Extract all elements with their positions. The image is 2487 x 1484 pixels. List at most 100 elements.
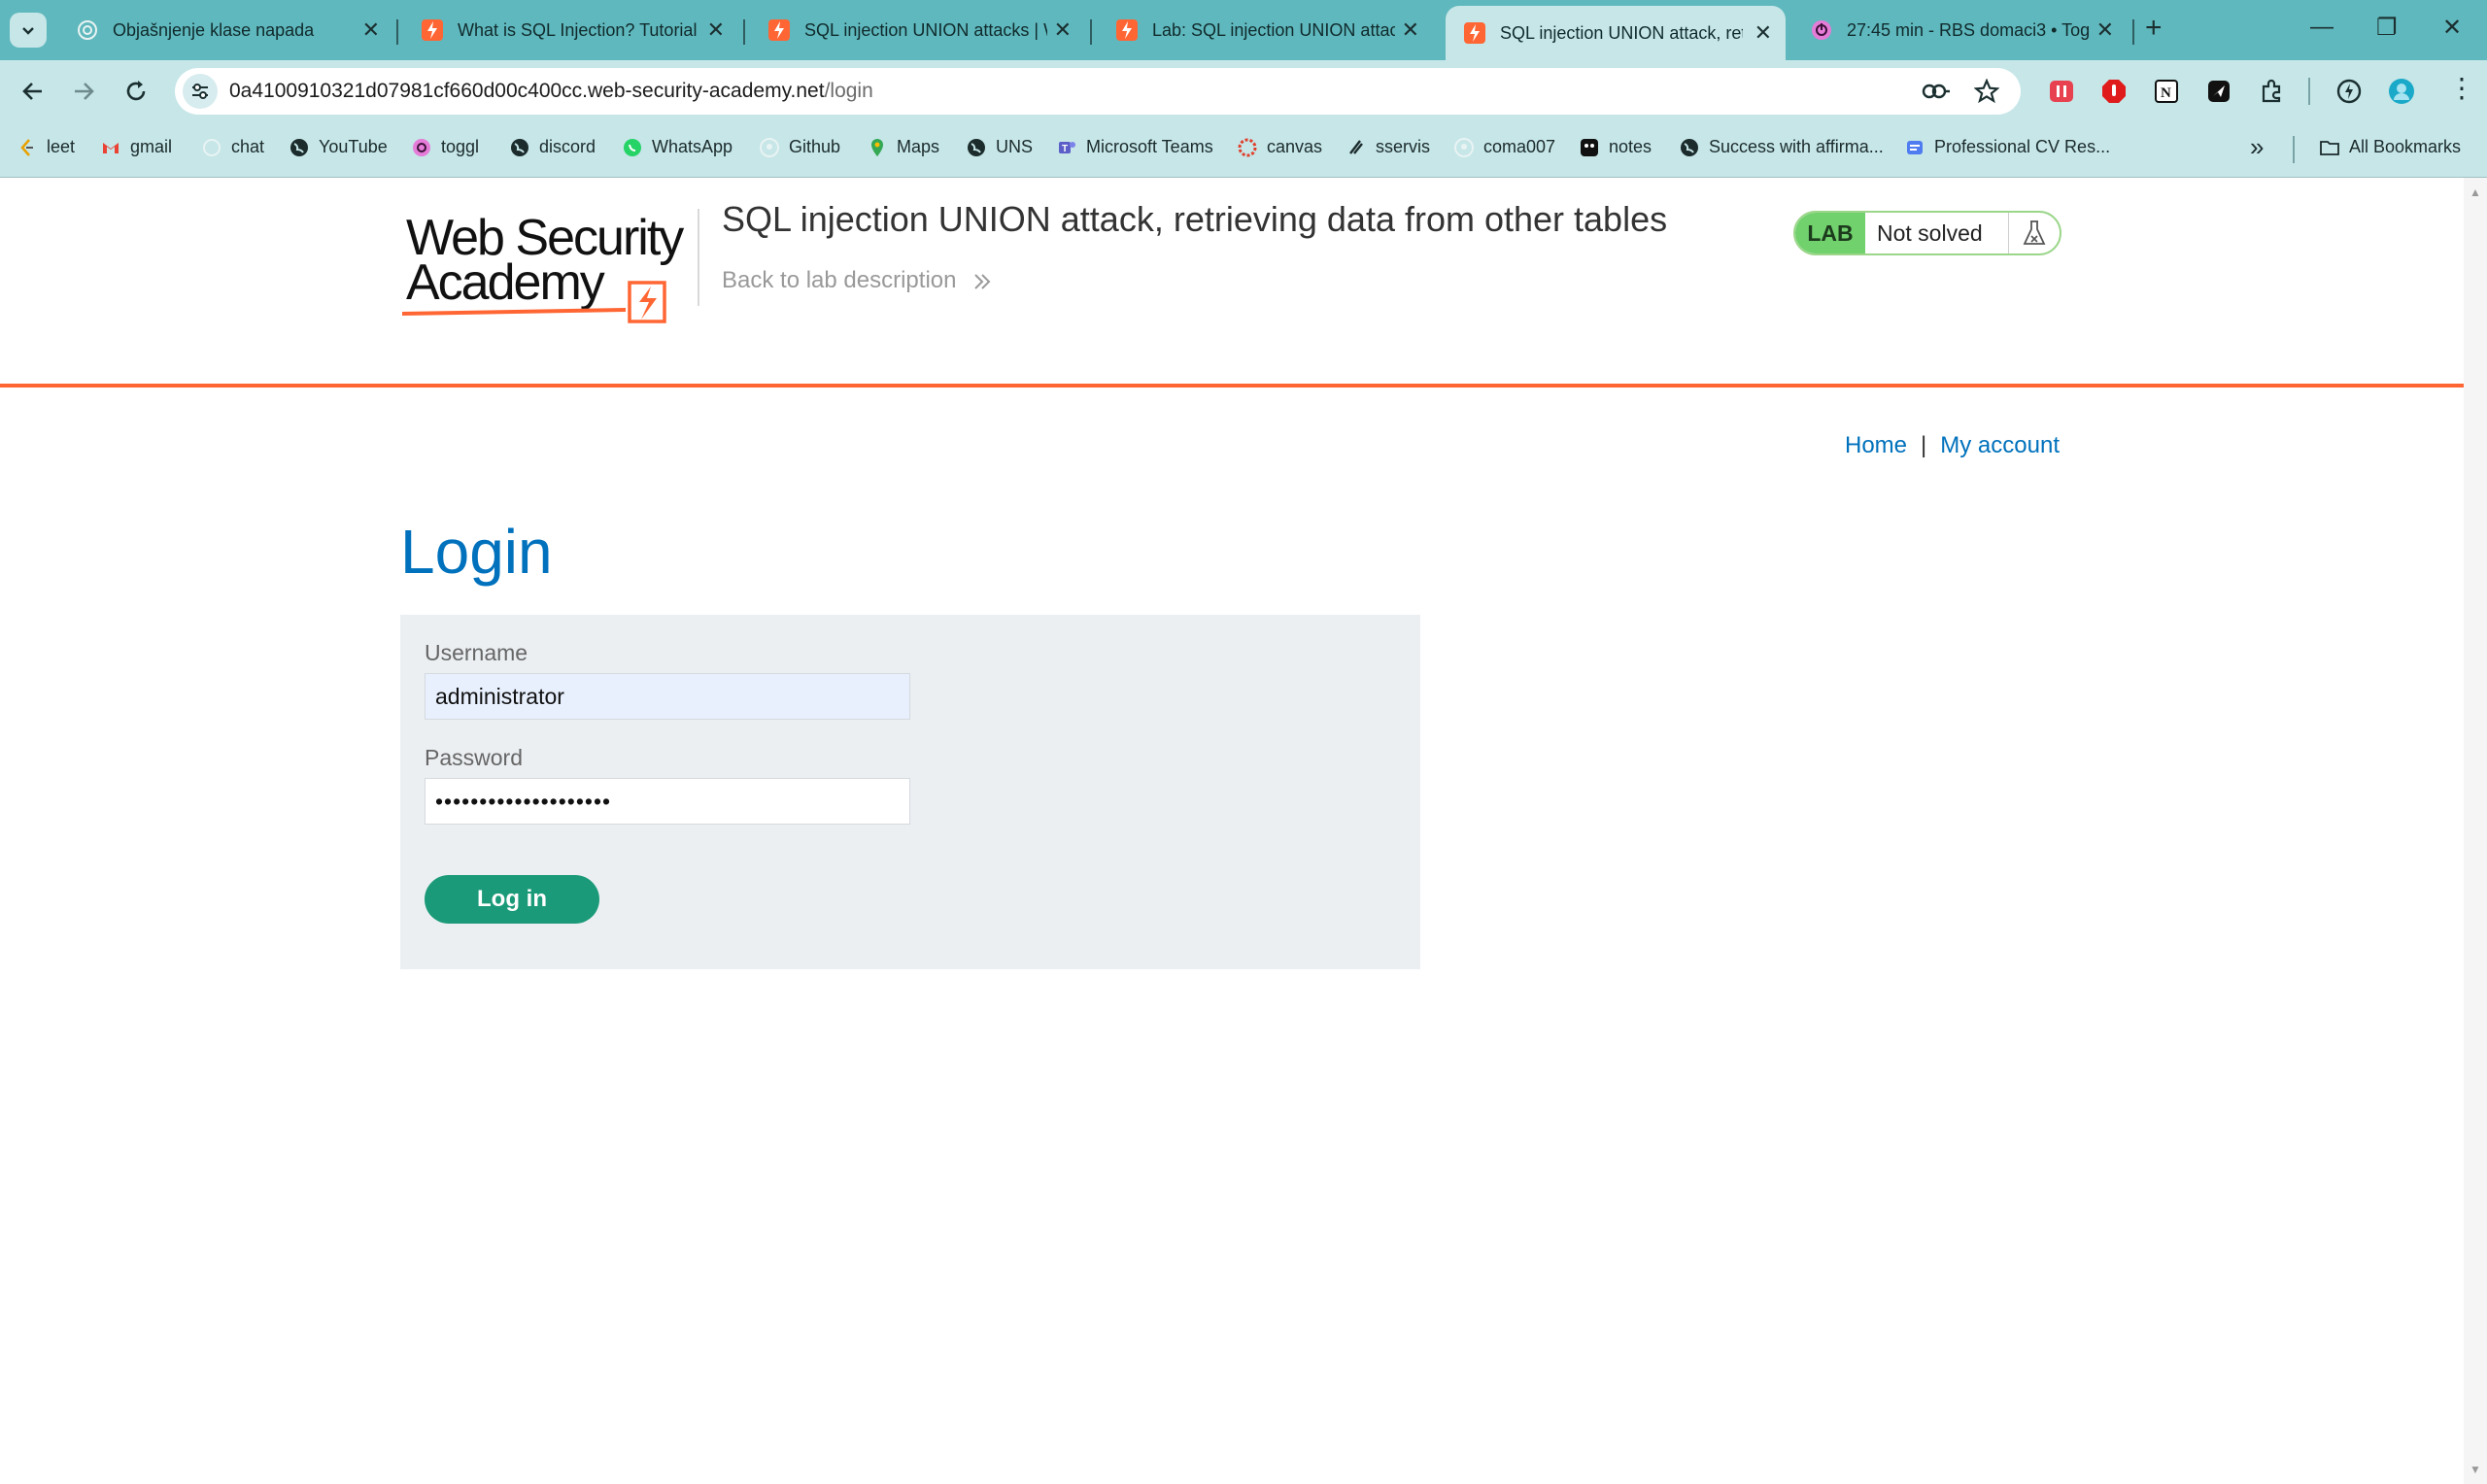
- lab-badge: LAB: [1795, 213, 1865, 253]
- tab-title: SQL injection UNION attack, ret: [1500, 22, 1743, 43]
- browser-tab[interactable]: What is SQL Injection? Tutorial ✕: [403, 6, 738, 54]
- bookmark-label: notes: [1609, 137, 1652, 156]
- lab-title: SQL injection UNION attack, retrieving d…: [722, 199, 1668, 239]
- tab-title: Lab: SQL injection UNION attac: [1152, 19, 1395, 40]
- lab-status-text: Not solved: [1877, 220, 1983, 246]
- new-tab-button[interactable]: +: [2145, 12, 2163, 45]
- more-bookmarks-icon[interactable]: »: [2250, 132, 2264, 162]
- bookmark-item[interactable]: Maps: [868, 137, 939, 157]
- star-icon[interactable]: [1974, 79, 1999, 104]
- url-host: 0a4100910321d07981cf660d00c400cc.web-sec…: [229, 80, 825, 102]
- github-icon: [760, 137, 779, 157]
- browser-tab[interactable]: Objašnjenje klase napada ✕: [58, 6, 393, 54]
- close-icon[interactable]: ✕: [1402, 17, 1419, 43]
- site-info-button[interactable]: [183, 74, 218, 109]
- chevron-down-icon: [22, 27, 34, 35]
- bookmark-label: discord: [539, 137, 596, 156]
- home-link[interactable]: Home: [1845, 432, 1907, 458]
- bookmark-item[interactable]: WhatsApp: [623, 137, 732, 157]
- lab-status-widget[interactable]: LAB Not solved: [1793, 211, 2061, 255]
- browser-tab[interactable]: Lab: SQL injection UNION attac ✕: [1098, 6, 1433, 54]
- bookmark-item[interactable]: sservis: [1346, 137, 1430, 157]
- bookmark-item[interactable]: leet: [17, 137, 75, 157]
- performance-icon[interactable]: [2335, 78, 2363, 105]
- bookmark-label: sservis: [1376, 137, 1431, 156]
- bookmark-label: Success with affirma...: [1709, 137, 1884, 156]
- portswigger-icon: [422, 19, 443, 41]
- login-button[interactable]: Log in: [425, 875, 599, 924]
- academy-header: Web Security Academy SQL injection UNION…: [0, 178, 2464, 388]
- close-icon[interactable]: ✕: [1755, 20, 1772, 46]
- profile-avatar-icon[interactable]: [2388, 78, 2415, 105]
- bookmark-item[interactable]: T Microsoft Teams: [1057, 137, 1213, 157]
- username-input[interactable]: [425, 673, 910, 720]
- close-icon[interactable]: ✕: [2096, 17, 2114, 43]
- bookmark-item[interactable]: YouTube: [290, 137, 388, 157]
- arrow-left-icon: [22, 83, 42, 100]
- bookmark-label: canvas: [1267, 137, 1323, 156]
- bookmark-item[interactable]: Success with affirma...: [1680, 137, 1884, 157]
- my-account-link[interactable]: My account: [1940, 432, 2060, 458]
- minimize-icon[interactable]: —: [2310, 14, 2334, 41]
- forward-button[interactable]: [64, 72, 103, 111]
- bookmark-item[interactable]: chat: [202, 137, 264, 157]
- portswigger-icon: [1116, 19, 1138, 41]
- username-label: Username: [425, 640, 528, 665]
- send-extension-icon[interactable]: [2205, 78, 2232, 105]
- tab-title: 27:45 min - RBS domaci3 • Togg: [1847, 19, 2090, 40]
- folder-icon: [2320, 140, 2339, 155]
- tab-divider: [1090, 19, 1092, 45]
- web-page: Web Security Academy SQL injection UNION…: [0, 178, 2464, 1484]
- bookmark-item[interactable]: coma007: [1454, 137, 1555, 157]
- reload-button[interactable]: [117, 72, 155, 111]
- bookmark-label: WhatsApp: [652, 137, 733, 156]
- adblock-extension-icon[interactable]: [2100, 78, 2128, 105]
- sservis-icon: [1349, 139, 1363, 154]
- puzzle-extensions-icon[interactable]: [2258, 78, 2285, 105]
- browser-tab[interactable]: 27:45 min - RBS domaci3 • Togg ✕: [1792, 6, 2128, 54]
- login-form: Username Password Log in: [400, 615, 1420, 969]
- close-icon[interactable]: ✕: [1054, 17, 1072, 43]
- cv-icon: [1907, 140, 1923, 154]
- bookmark-item[interactable]: Github: [760, 137, 840, 157]
- bookmark-label: gmail: [130, 137, 173, 156]
- bookmarks-divider: [2293, 136, 2295, 163]
- back-button[interactable]: [14, 72, 52, 111]
- bookmark-item[interactable]: discord: [510, 137, 596, 157]
- key-icon[interactable]: [1922, 80, 1951, 103]
- password-input[interactable]: [425, 778, 910, 825]
- close-icon[interactable]: ✕: [707, 17, 725, 43]
- menu-kebab-icon[interactable]: ⋮: [2448, 72, 2475, 104]
- maps-icon: [871, 138, 883, 156]
- tab-search-button[interactable]: [10, 13, 47, 48]
- browser-tab[interactable]: SQL injection UNION attacks | W ✕: [750, 6, 1085, 54]
- bookmark-item[interactable]: UNS: [967, 137, 1033, 157]
- flask-icon[interactable]: [2008, 213, 2060, 253]
- web-security-academy-logo[interactable]: Web Security Academy: [400, 209, 692, 323]
- bookmark-item[interactable]: toggl: [412, 137, 479, 157]
- url-text[interactable]: 0a4100910321d07981cf660d00c400cc.web-sec…: [229, 80, 873, 103]
- address-bar[interactable]: 0a4100910321d07981cf660d00c400cc.web-sec…: [175, 68, 2021, 115]
- bookmark-label: chat: [231, 137, 265, 156]
- bookmark-item[interactable]: gmail: [101, 137, 172, 157]
- page-scrollbar[interactable]: ▲ ▼: [2464, 178, 2487, 1484]
- scroll-down-icon[interactable]: ▼: [2470, 1463, 2481, 1476]
- scroll-up-icon[interactable]: ▲: [2470, 186, 2481, 199]
- back-to-lab-description-link[interactable]: Back to lab description: [722, 267, 992, 294]
- restore-icon[interactable]: ❐: [2376, 14, 2398, 42]
- close-icon[interactable]: ✕: [362, 17, 380, 43]
- pocket-extension-icon[interactable]: [2048, 78, 2075, 105]
- bookmark-item[interactable]: Professional CV Res...: [1905, 137, 2110, 157]
- logo-divider: [698, 209, 699, 306]
- browser-tab-active[interactable]: SQL injection UNION attack, ret ✕: [1446, 6, 1786, 60]
- lightning-logo-icon: [628, 281, 666, 323]
- close-window-icon[interactable]: ✕: [2442, 14, 2462, 42]
- notion-extension-icon[interactable]: N: [2153, 78, 2180, 105]
- bookmark-item[interactable]: notes: [1580, 137, 1652, 157]
- bookmark-label: YouTube: [319, 137, 388, 156]
- all-bookmarks-button[interactable]: All Bookmarks: [2320, 137, 2461, 157]
- bookmark-label: Professional CV Res...: [1934, 137, 2111, 156]
- globe-icon: [511, 138, 528, 156]
- bookmark-label: Maps: [897, 137, 940, 156]
- bookmark-item[interactable]: canvas: [1238, 137, 1322, 157]
